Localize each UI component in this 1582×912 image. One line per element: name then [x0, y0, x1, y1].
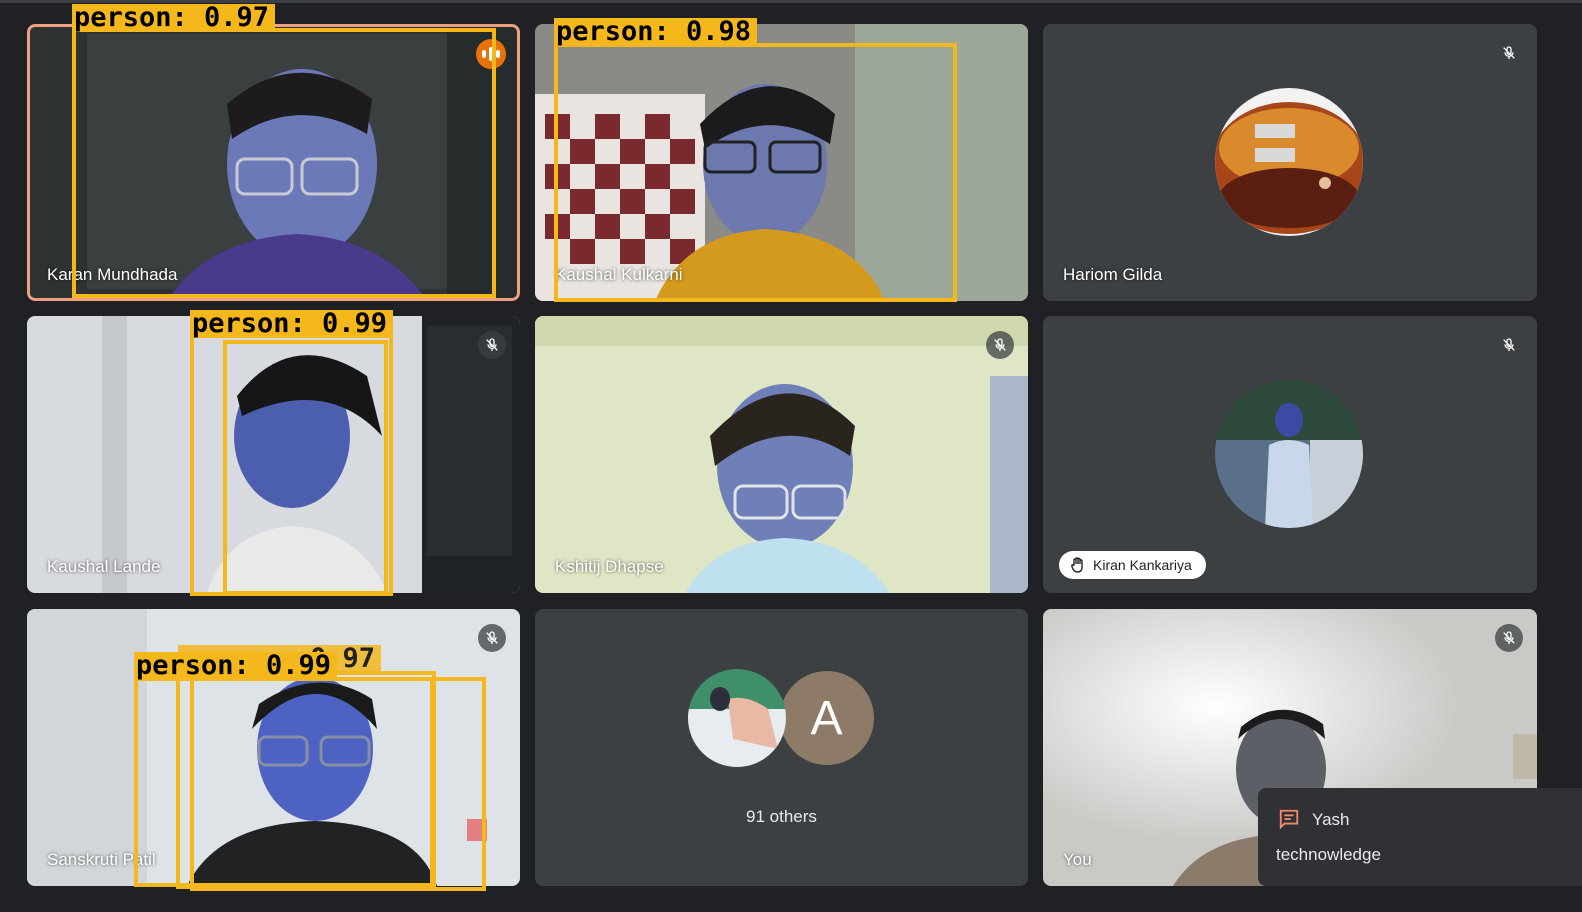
raised-hand-badge: Kiran Kankariya [1059, 551, 1206, 579]
participant-name: Kaushal Kulkarni [555, 265, 683, 284]
participant-tile-kshitij-dhapse[interactable]: Kshitij Dhapse [535, 316, 1028, 593]
participant-avatar-photo [687, 669, 786, 767]
chat-notification[interactable]: Yash technowledge [1258, 788, 1582, 886]
participant-avatar-letter: A [777, 669, 876, 767]
mic-off-icon [1495, 624, 1523, 652]
video-feed [27, 24, 520, 301]
participant-name: Sanskruti Patil [47, 850, 156, 869]
chat-message: technowledge [1276, 845, 1381, 864]
others-count-label: 91 others [746, 807, 817, 826]
chat-icon [1279, 809, 1299, 830]
participant-name: You [1063, 850, 1092, 869]
participant-name: Kaushal Lande [47, 557, 161, 576]
participant-tile-hariom-gilda[interactable]: Hariom Gilda [1043, 24, 1537, 301]
profile-picture [1215, 380, 1363, 528]
video-feed [535, 316, 1028, 593]
participant-name: Kshitij Dhapse [555, 557, 664, 576]
video-feed [27, 316, 520, 593]
speaking-indicator-icon [476, 39, 506, 69]
others-avatars: A [535, 669, 1028, 767]
participant-tile-kaushal-lande[interactable]: Kaushal Lande [27, 316, 520, 593]
participant-name: Kiran Kankariya [1093, 557, 1192, 573]
participant-name: Hariom Gilda [1063, 265, 1163, 284]
participant-tile-karan-mundhada[interactable]: Karan Mundhada [27, 24, 520, 301]
mic-off-icon [986, 331, 1014, 359]
mic-off-icon [478, 331, 506, 359]
mic-off-icon [1495, 331, 1523, 359]
chat-sender: Yash [1312, 810, 1350, 829]
video-feed [535, 24, 1028, 301]
profile-picture [1215, 88, 1363, 236]
detection-label: person: 0.97 [72, 4, 276, 31]
detection-label: person: 0.98 [554, 18, 758, 45]
participant-tile-kaushal-kulkarni[interactable]: Kaushal Kulkarni [535, 24, 1028, 301]
mic-off-icon [478, 624, 506, 652]
participant-name: Karan Mundhada [47, 265, 178, 284]
participant-tile-kiran-kankariya[interactable]: Kiran Kankariya [1043, 316, 1537, 593]
raised-hand-icon [1071, 557, 1083, 573]
others-tile[interactable]: A 91 others [535, 609, 1028, 886]
detection-label: person: 0.99 [134, 652, 338, 679]
detection-label: person: 0.99 [190, 310, 394, 337]
mic-off-icon [1495, 39, 1523, 67]
